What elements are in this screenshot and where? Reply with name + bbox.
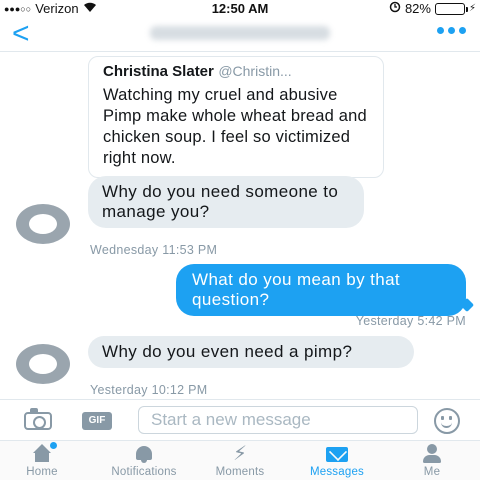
lightning-icon: ⚡ [232,443,248,465]
tab-label: Home [26,466,58,478]
message-thread[interactable]: Christina Slater @Christin... Watching m… [0,52,480,397]
battery-percent: 82% [404,1,431,16]
battery-icon [434,2,468,15]
more-options-button[interactable] [437,27,466,34]
tab-label: Moments [215,466,265,478]
tweet-author: Christina Slater [103,63,214,80]
outgoing-message-bubble: What do you mean by that question? [176,264,466,316]
home-icon [30,442,57,464]
avatar[interactable] [16,204,70,244]
back-button[interactable]: < [12,18,30,50]
message-input[interactable] [138,406,418,434]
conversation-header: < [0,18,480,52]
tab-label: Messages [309,466,364,478]
conversation-title-blurred [150,26,330,40]
gif-button[interactable]: GIF [82,412,112,430]
envelope-icon [325,444,349,464]
tab-label: Notifications [111,466,177,478]
tweet-handle: @Christin... [218,63,292,79]
shared-tweet-card[interactable]: Christina Slater @Christin... Watching m… [88,56,384,178]
camera-icon[interactable] [24,408,52,430]
incoming-message-bubble: Why do you need someone to manage you? [88,176,364,228]
incoming-message-bubble: Why do you even need a pimp? [88,336,414,368]
message-timestamp: Wednesday 11:53 PM [90,243,218,257]
charging-icon: ⚡ [468,3,476,14]
message-timestamp: Yesterday 5:42 PM [355,314,466,328]
tweet-text: Watching my cruel and abusive Pimp make … [103,86,367,167]
tab-label: Me [423,466,441,478]
tab-moments[interactable]: ⚡ Moments [204,444,276,478]
alarm-icon [389,1,401,16]
message-timestamp: Yesterday 10:12 PM [90,383,208,397]
status-bar: ●●●○○ Verizon 12:50 AM 82% ⚡ [0,0,480,18]
tab-messages[interactable]: Messages [298,444,376,478]
more-dots-icon [448,27,455,34]
tab-notifications[interactable]: Notifications [96,444,192,478]
emoji-icon[interactable] [434,408,460,434]
more-dots-icon [437,27,444,34]
tab-me[interactable]: Me [410,444,454,478]
person-icon [420,444,444,464]
tab-bar: Home Notifications ⚡ Moments Messages Me [0,440,480,480]
message-composer: GIF [0,399,480,439]
more-dots-icon [459,27,466,34]
unread-dot [50,442,57,449]
avatar[interactable] [16,344,70,384]
tab-home[interactable]: Home [14,442,70,478]
bell-icon [132,444,156,464]
status-right: 82% ⚡ [389,1,476,16]
